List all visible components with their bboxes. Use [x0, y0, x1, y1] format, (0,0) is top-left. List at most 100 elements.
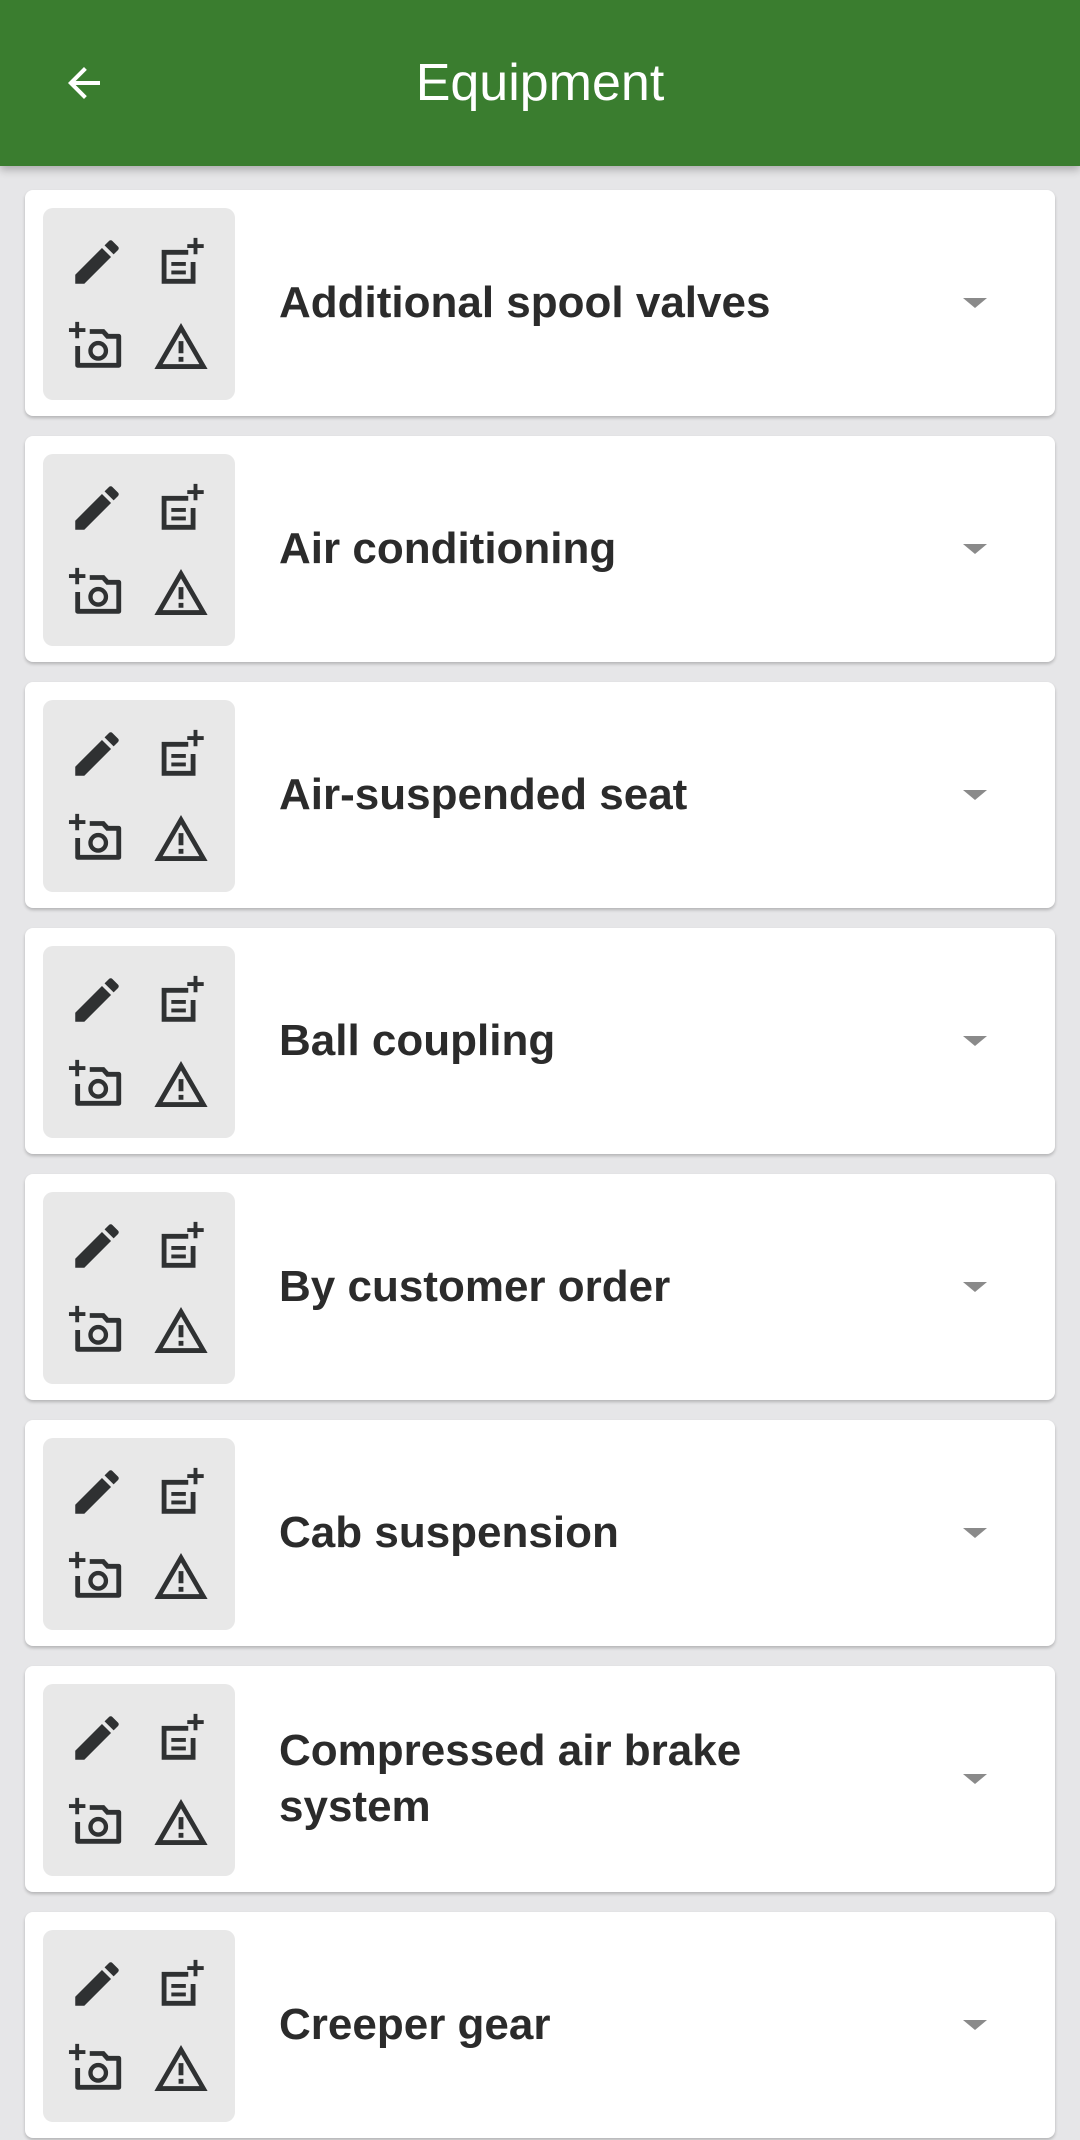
equipment-card[interactable]: By customer order	[25, 1174, 1055, 1400]
equipment-name: Compressed air brake system	[279, 1725, 742, 1831]
add-note-button[interactable]	[149, 230, 213, 294]
report-issue-button[interactable]	[149, 1790, 213, 1854]
expand-button[interactable]	[955, 1759, 995, 1799]
card-actions	[43, 700, 235, 892]
add-note-button[interactable]	[149, 476, 213, 540]
card-actions	[43, 208, 235, 400]
add-photo-button[interactable]	[65, 314, 129, 378]
report-issue-button[interactable]	[149, 1544, 213, 1608]
report-issue-button[interactable]	[149, 2036, 213, 2100]
equipment-name: Air-suspended seat	[279, 769, 688, 819]
equipment-name: Creeper gear	[279, 1999, 551, 2049]
warning-icon	[154, 1553, 208, 1599]
expand-button[interactable]	[955, 1513, 995, 1553]
equipment-name: Ball coupling	[279, 1015, 556, 1065]
dropdown-arrow-icon	[963, 1774, 987, 1784]
edit-button[interactable]	[65, 722, 129, 786]
app-bar: Equipment	[0, 0, 1080, 166]
page-title: Equipment	[0, 0, 1080, 166]
report-issue-button[interactable]	[149, 1298, 213, 1362]
add-photo-icon	[68, 1059, 122, 1106]
edit-button[interactable]	[65, 1952, 129, 2016]
add-photo-button[interactable]	[65, 2036, 129, 2100]
equipment-name: Additional spool valves	[279, 277, 771, 327]
add-photo-icon	[68, 321, 122, 368]
warning-icon	[154, 2045, 208, 2091]
edit-button[interactable]	[65, 1214, 129, 1278]
note-add-icon	[161, 729, 204, 776]
dropdown-arrow-icon	[963, 1282, 987, 1292]
expand-button[interactable]	[955, 775, 995, 815]
add-note-button[interactable]	[149, 722, 213, 786]
equipment-name: By customer order	[279, 1261, 671, 1311]
pencil-icon	[75, 732, 119, 776]
equipment-card[interactable]: Additional spool valves	[25, 190, 1055, 416]
edit-button[interactable]	[65, 968, 129, 1032]
warning-icon	[154, 1307, 208, 1353]
edit-button[interactable]	[65, 230, 129, 294]
note-add-icon	[161, 1959, 204, 2006]
add-photo-button[interactable]	[65, 1052, 129, 1116]
card-actions	[43, 1438, 235, 1630]
expand-button[interactable]	[955, 1267, 995, 1307]
pencil-icon	[75, 486, 119, 530]
report-issue-button[interactable]	[149, 560, 213, 624]
add-photo-icon	[68, 1797, 122, 1844]
add-photo-icon	[68, 567, 122, 614]
add-note-button[interactable]	[149, 968, 213, 1032]
expand-button[interactable]	[955, 2005, 995, 2045]
add-photo-button[interactable]	[65, 560, 129, 624]
add-photo-button[interactable]	[65, 1544, 129, 1608]
page-title-text: Equipment	[415, 54, 665, 112]
pencil-icon	[75, 1224, 119, 1268]
add-note-button[interactable]	[149, 1214, 213, 1278]
note-add-icon	[161, 975, 204, 1022]
add-note-button[interactable]	[149, 1952, 213, 2016]
card-actions	[43, 454, 235, 646]
note-add-icon	[161, 237, 204, 284]
add-photo-icon	[68, 1551, 122, 1598]
note-add-icon	[161, 1713, 204, 1760]
report-issue-button[interactable]	[149, 314, 213, 378]
card-actions	[43, 946, 235, 1138]
pencil-icon	[75, 1962, 119, 2006]
equipment-card[interactable]: Air conditioning	[25, 436, 1055, 662]
equipment-list: Additional spool valves Air conditioning…	[0, 166, 1080, 2140]
add-photo-button[interactable]	[65, 1298, 129, 1362]
equipment-card[interactable]: Creeper gear	[25, 1912, 1055, 2138]
warning-icon	[154, 569, 208, 615]
add-photo-icon	[68, 813, 122, 860]
add-note-button[interactable]	[149, 1460, 213, 1524]
add-photo-icon	[68, 2043, 122, 2090]
warning-icon	[154, 1061, 208, 1107]
report-issue-button[interactable]	[149, 1052, 213, 1116]
dropdown-arrow-icon	[963, 1528, 987, 1538]
dropdown-arrow-icon	[963, 544, 987, 554]
equipment-card[interactable]: Air-suspended seat	[25, 682, 1055, 908]
note-add-icon	[161, 1221, 204, 1268]
add-note-button[interactable]	[149, 1706, 213, 1770]
add-photo-button[interactable]	[65, 1790, 129, 1854]
equipment-card[interactable]: Cab suspension	[25, 1420, 1055, 1646]
report-issue-button[interactable]	[149, 806, 213, 870]
dropdown-arrow-icon	[963, 2020, 987, 2030]
expand-button[interactable]	[955, 529, 995, 569]
note-add-icon	[161, 483, 204, 530]
card-actions	[43, 1684, 235, 1876]
edit-button[interactable]	[65, 476, 129, 540]
expand-button[interactable]	[955, 1021, 995, 1061]
warning-icon	[154, 323, 208, 369]
add-photo-button[interactable]	[65, 806, 129, 870]
edit-button[interactable]	[65, 1460, 129, 1524]
add-photo-icon	[68, 1305, 122, 1352]
equipment-name: Air conditioning	[279, 523, 617, 573]
pencil-icon	[75, 1716, 119, 1760]
dropdown-arrow-icon	[963, 298, 987, 308]
pencil-icon	[75, 240, 119, 284]
expand-button[interactable]	[955, 283, 995, 323]
edit-button[interactable]	[65, 1706, 129, 1770]
pencil-icon	[75, 1470, 119, 1514]
equipment-card[interactable]: Compressed air brake system	[25, 1666, 1055, 1892]
equipment-card[interactable]: Ball coupling	[25, 928, 1055, 1154]
dropdown-arrow-icon	[963, 790, 987, 800]
